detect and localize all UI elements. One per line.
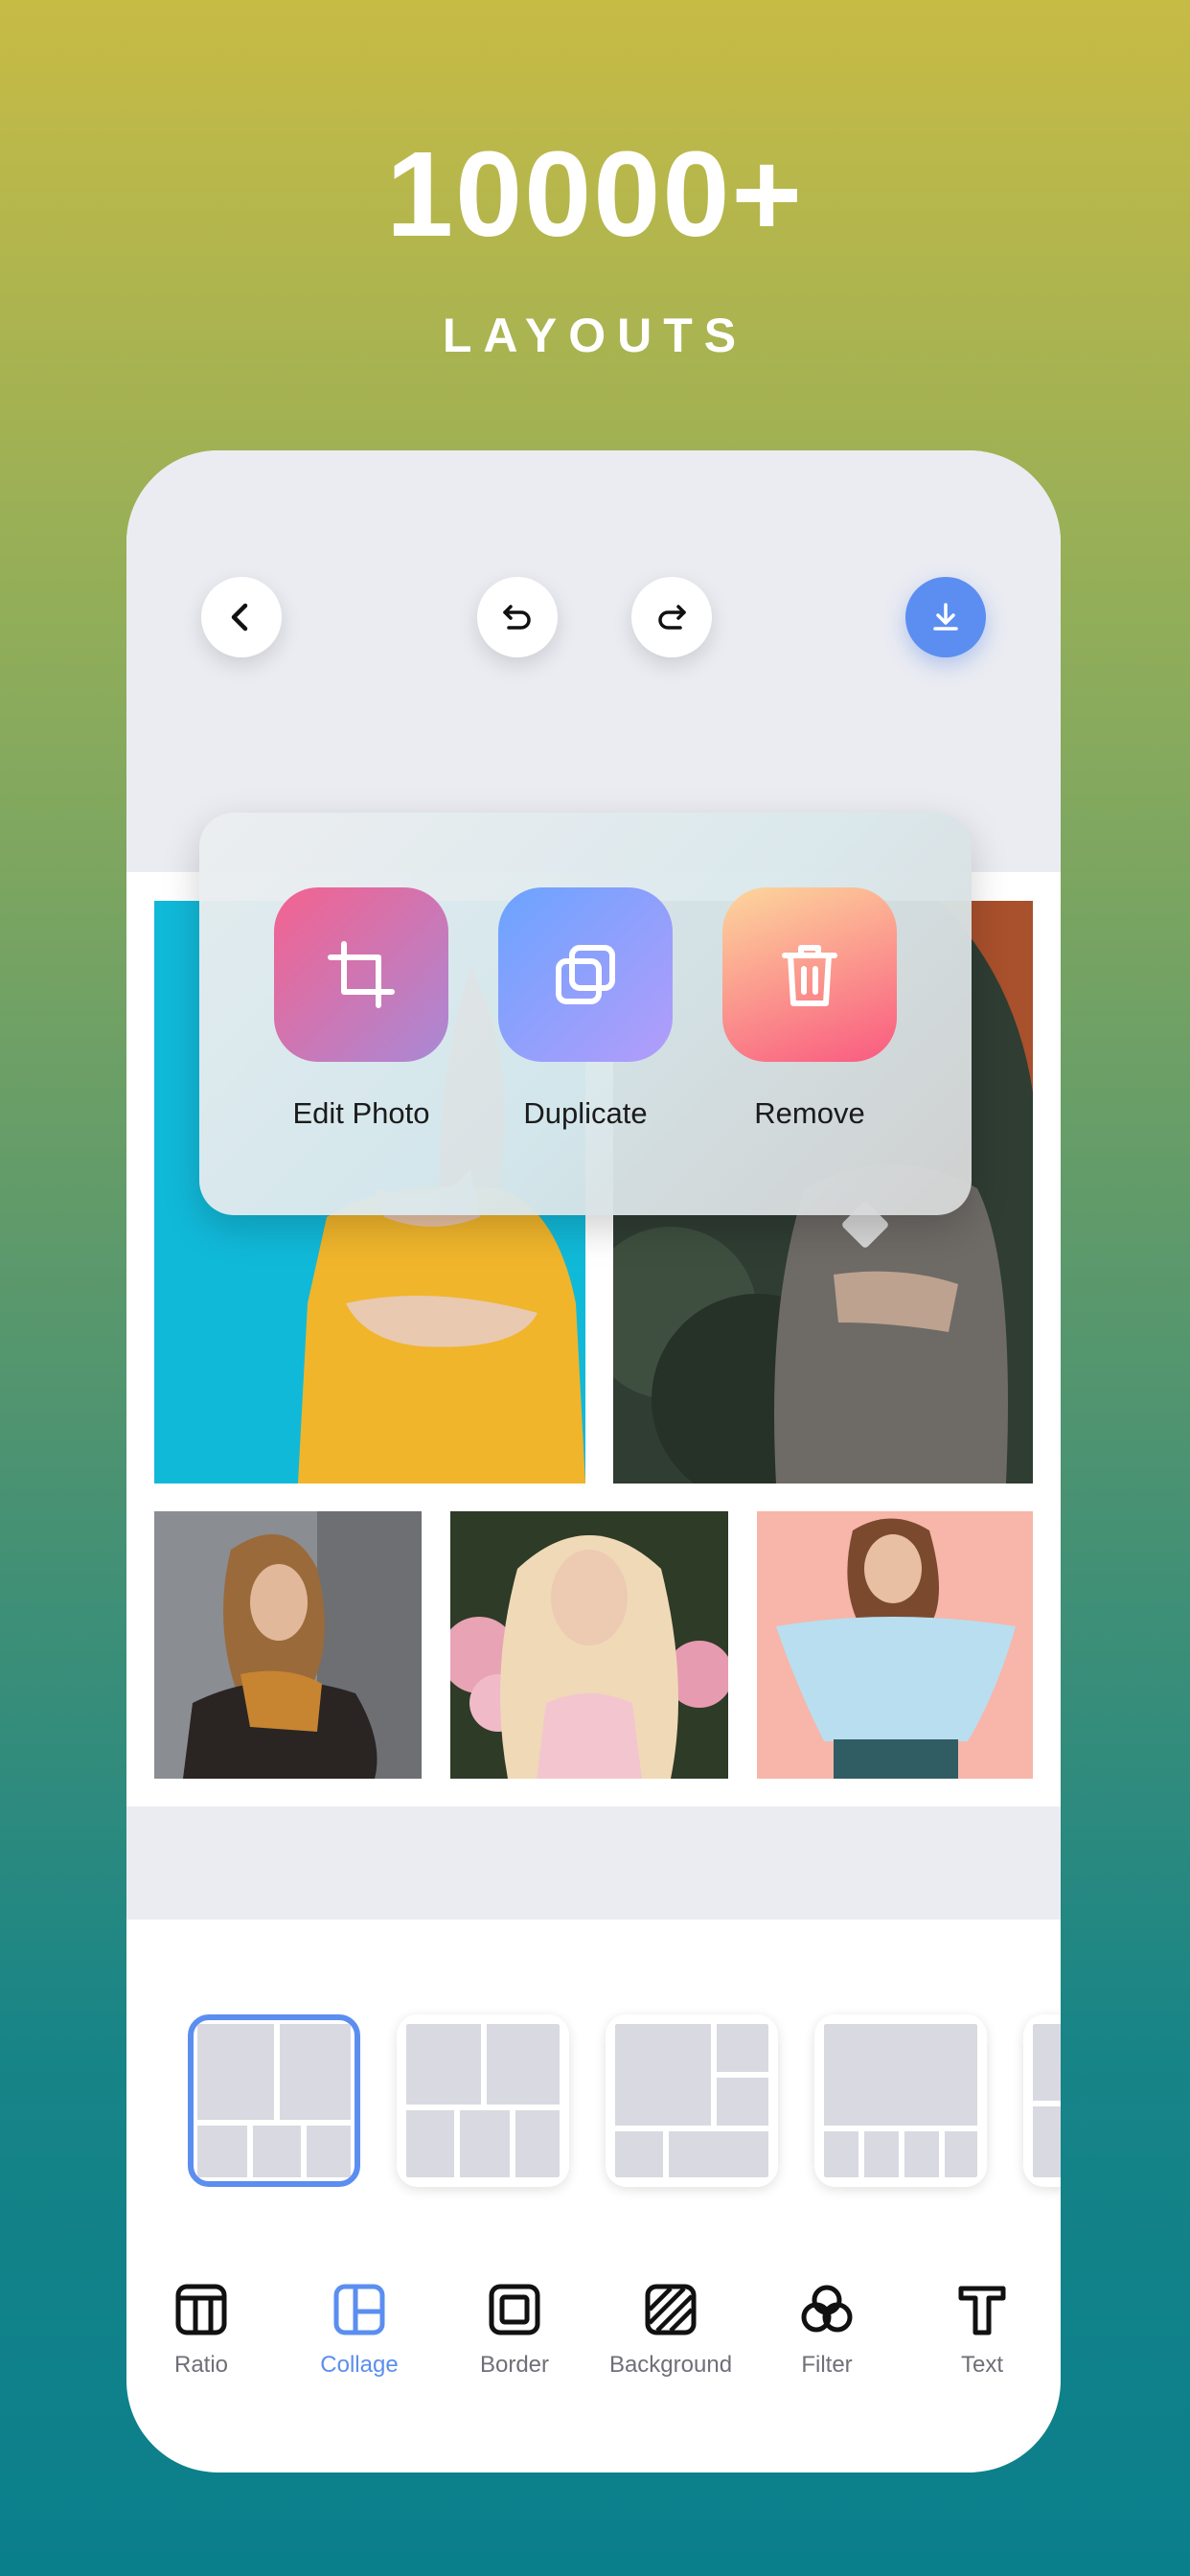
filter-icon (801, 2285, 853, 2333)
undo-icon (503, 605, 531, 630)
photo-action-popup: Edit Photo Duplicate Remove (199, 813, 972, 1215)
remove-label: Remove (754, 1096, 865, 1130)
tool-border-label: Border (479, 2352, 550, 2378)
collage-icon (333, 2284, 385, 2335)
border-icon (489, 2284, 540, 2335)
remove-action[interactable]: Remove (722, 887, 897, 1131)
canvas-bottom-area (126, 1806, 1061, 1920)
tool-ratio-label: Ratio (173, 2352, 229, 2378)
download-button[interactable] (905, 577, 986, 657)
crop-icon (328, 941, 395, 1008)
phone-screen: Edit Photo Duplicate Remove Ratio Collag… (126, 450, 1061, 2472)
duplicate-label: Duplicate (523, 1096, 648, 1130)
photo-woman-pink-flowers (450, 1511, 728, 1779)
redo-button[interactable] (631, 577, 712, 657)
ratio-icon (175, 2284, 227, 2335)
tool-filter[interactable]: Filter (750, 2281, 904, 2379)
duplicate-action[interactable]: Duplicate (498, 887, 673, 1131)
photo-woman-blue-blouse (757, 1511, 1033, 1779)
collage-photo-5[interactable] (757, 1511, 1033, 1779)
hero-subheadline: LAYOUTS (442, 309, 748, 362)
collage-photo-4[interactable] (450, 1511, 728, 1779)
back-button[interactable] (201, 577, 282, 657)
download-icon (933, 603, 958, 631)
remove-button[interactable] (722, 887, 897, 1062)
text-icon (958, 2286, 1006, 2335)
tool-text[interactable]: Text (905, 2281, 1059, 2379)
layout-option-1[interactable] (188, 2014, 360, 2187)
tool-filter-label: Filter (801, 2352, 853, 2378)
layout-option-3[interactable] (606, 2014, 778, 2187)
duplicate-icon (556, 945, 615, 1004)
collage-photo-3[interactable] (154, 1511, 422, 1779)
tool-ratio[interactable]: Ratio (126, 2281, 278, 2379)
undo-button[interactable] (477, 577, 558, 657)
photo-woman-leather-jacket (154, 1511, 422, 1779)
redo-icon (658, 605, 686, 630)
editor-top-area (126, 450, 1061, 872)
duplicate-button[interactable] (498, 887, 673, 1062)
tool-collage[interactable]: Collage (283, 2281, 436, 2379)
tool-text-label: Text (960, 2352, 1003, 2378)
chevron-left-icon (231, 603, 248, 632)
edit-photo-label: Edit Photo (292, 1096, 430, 1130)
layout-option-2[interactable] (397, 2014, 569, 2187)
background-icon (645, 2284, 697, 2335)
layout-option-4[interactable] (814, 2014, 987, 2187)
trash-icon (782, 945, 837, 1006)
layout-option-5[interactable] (1023, 2014, 1061, 2187)
tool-background-label: Background (608, 2352, 733, 2378)
tool-background[interactable]: Background (594, 2281, 747, 2379)
hero-headline: 10000+ (386, 126, 804, 262)
tool-border[interactable]: Border (438, 2281, 591, 2379)
tool-collage-label: Collage (320, 2352, 399, 2378)
edit-photo-button[interactable] (274, 887, 448, 1062)
edit-photo-action[interactable]: Edit Photo (274, 887, 448, 1131)
